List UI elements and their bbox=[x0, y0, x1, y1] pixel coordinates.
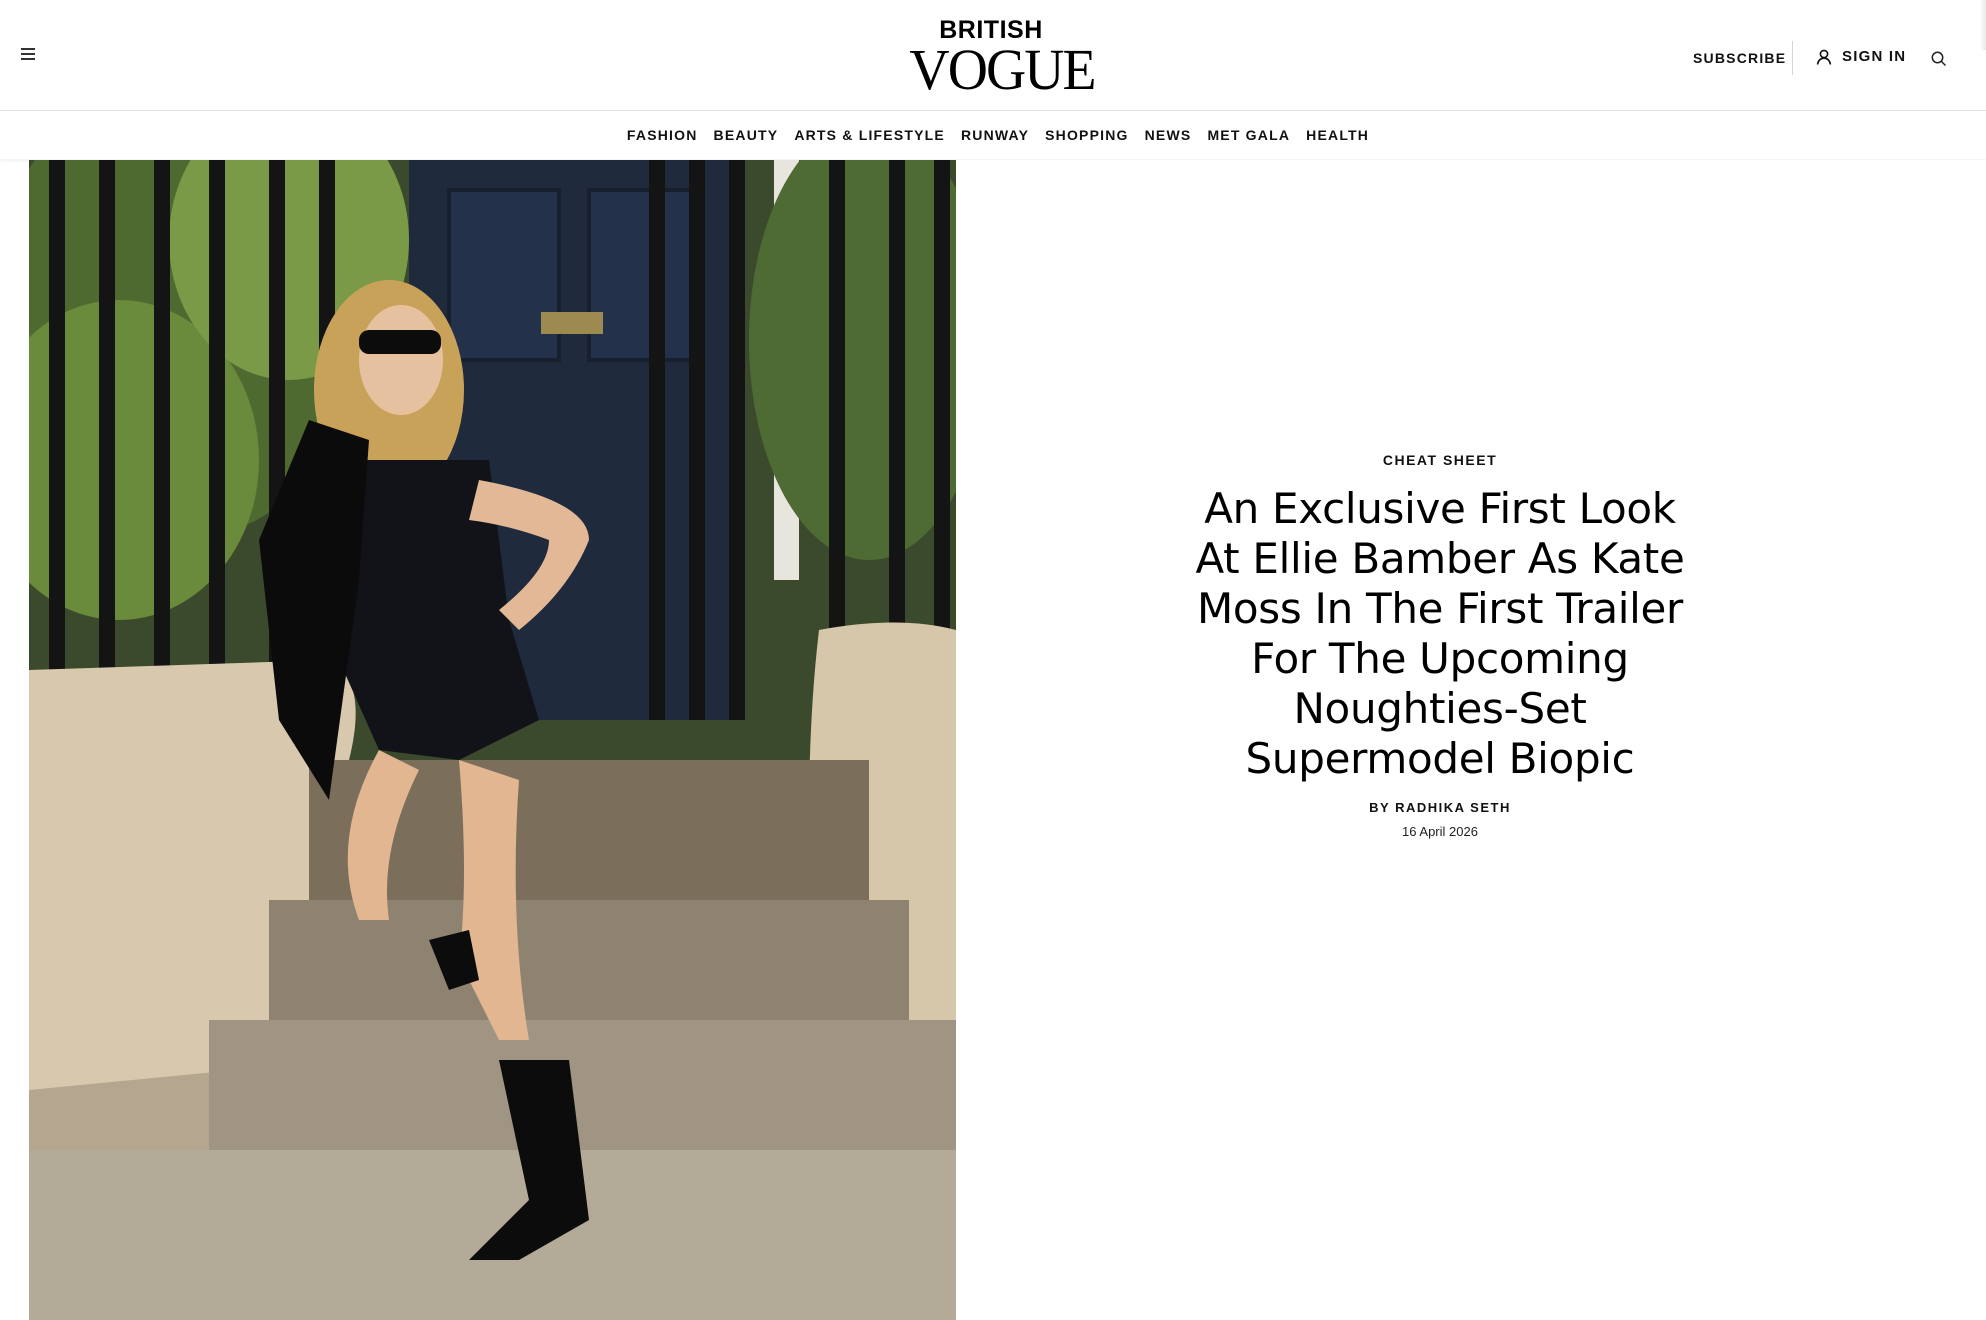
nav-item-arts-lifestyle[interactable]: ARTS & LIFESTYLE bbox=[794, 127, 945, 143]
publish-date: 16 April 2026 bbox=[1402, 824, 1478, 839]
article-byline: BY RADHIKA SETH bbox=[1176, 800, 1704, 815]
site-logo[interactable]: BRITISH VOGUE bbox=[906, 16, 1096, 102]
scroll-edge bbox=[1980, 0, 1986, 50]
hero-photo-illustration bbox=[29, 160, 956, 1320]
nav-item-shopping[interactable]: SHOPPING bbox=[1045, 127, 1129, 143]
article-header-panel: CHEAT SHEET An Exclusive First Look At E… bbox=[956, 160, 1986, 1320]
hero-image bbox=[29, 160, 956, 1320]
logo-line-vogue: VOGUE bbox=[909, 37, 1096, 102]
header-divider bbox=[1792, 41, 1793, 75]
sign-in-label: SIGN IN bbox=[1842, 48, 1907, 65]
hamburger-menu-icon[interactable] bbox=[18, 46, 40, 64]
article-head: CHEAT SHEET An Exclusive First Look At E… bbox=[1176, 452, 1704, 839]
article-headline: An Exclusive First Look At Ellie Bamber … bbox=[1195, 484, 1685, 783]
search-icon[interactable] bbox=[1930, 50, 1948, 68]
nav-item-runway[interactable]: RUNWAY bbox=[961, 127, 1029, 143]
subscribe-link[interactable]: SUBSCRIBE bbox=[1693, 50, 1786, 66]
sign-in-link[interactable]: SIGN IN bbox=[1816, 48, 1906, 65]
main-nav: FASHION BEAUTY ARTS & LIFESTYLE RUNWAY S… bbox=[0, 111, 1986, 159]
article-rubric[interactable]: CHEAT SHEET bbox=[1176, 452, 1704, 468]
user-icon bbox=[1816, 49, 1832, 65]
nav-item-news[interactable]: NEWS bbox=[1145, 127, 1192, 143]
nav-item-fashion[interactable]: FASHION bbox=[627, 127, 698, 143]
nav-item-met-gala[interactable]: MET GALA bbox=[1207, 127, 1290, 143]
byline-prefix: BY bbox=[1369, 800, 1390, 815]
nav-list: FASHION BEAUTY ARTS & LIFESTYLE RUNWAY S… bbox=[0, 111, 1986, 159]
author-link[interactable]: RADHIKA SETH bbox=[1395, 800, 1511, 815]
nav-item-beauty[interactable]: BEAUTY bbox=[714, 127, 779, 143]
nav-item-health[interactable]: HEALTH bbox=[1306, 127, 1369, 143]
site-header: BRITISH VOGUE SUBSCRIBE SIGN IN bbox=[0, 0, 1986, 111]
